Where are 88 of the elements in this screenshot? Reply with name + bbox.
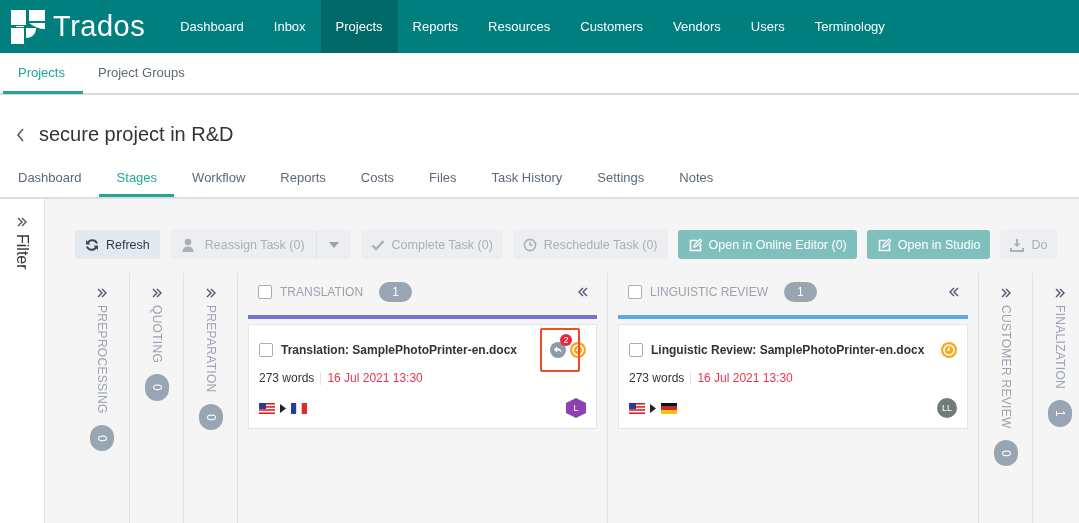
task-title: Translation: SamplePhotoPrinter-en.docx <box>281 343 518 357</box>
count-badge: 0 <box>90 424 114 452</box>
stage-title: TRANSLATION <box>280 285 364 299</box>
back-icon <box>16 126 26 143</box>
nav-item[interactable]: Resources <box>473 0 566 53</box>
nav-item[interactable]: Inbox <box>258 0 321 53</box>
caret-icon <box>328 241 339 248</box>
collapse-icon <box>577 286 589 298</box>
task-title: Linguistic Review: SamplePhotoPrinter-en.docx <box>651 343 925 357</box>
reply-icon <box>550 342 566 358</box>
stage-label: CUSTOMER REVIEW <box>998 305 1013 429</box>
task-card[interactable]: Linguistic Review: SamplePhotoPrinter-en.docx 273 words 16 Jul 2021 13:30 LL <box>618 324 968 429</box>
nav-item[interactable]: Vendors <box>658 0 736 53</box>
logo-icon <box>10 8 46 45</box>
nav-item[interactable]: Users <box>735 0 800 53</box>
project-tab[interactable]: Costs <box>342 161 412 197</box>
checkbox[interactable] <box>258 285 272 299</box>
sub-nav-tab[interactable]: Projects <box>3 53 83 94</box>
sub-nav-tab[interactable]: Project Groups <box>82 53 203 94</box>
nav-item[interactable]: Dashboard <box>165 0 259 53</box>
user-icon <box>180 237 195 252</box>
expand-button[interactable] <box>1053 287 1066 299</box>
checkbox[interactable] <box>259 343 273 357</box>
expand-button[interactable] <box>204 287 217 299</box>
expand-icon <box>204 287 217 299</box>
project-tab[interactable]: Files <box>411 161 474 197</box>
count-badge: 0 <box>144 374 169 401</box>
count-badge: 1 <box>1047 400 1072 427</box>
project-tab[interactable]: Settings <box>579 161 662 197</box>
flag-icon <box>291 402 307 414</box>
arrow-icon <box>280 403 286 413</box>
stage-label: PREPARATION <box>203 305 218 393</box>
arrow-icon <box>650 403 656 413</box>
task-card[interactable]: Translation: SamplePhotoPrinter-en.docx 2 273 words 16 Jul 2021 13:30 L <box>248 324 597 429</box>
stage-label: PREPROCESSING <box>95 305 109 414</box>
collapse-icon <box>948 286 960 298</box>
check-icon <box>370 237 385 252</box>
nav-item[interactable]: Reports <box>397 0 474 53</box>
expand-icon <box>1053 287 1066 299</box>
download-icon <box>1010 237 1025 252</box>
clock-icon <box>570 342 586 358</box>
expand-button[interactable] <box>150 287 163 299</box>
due-date: 16 Jul 2021 13:30 <box>327 371 423 385</box>
button-label: Reassign Task (0) <box>204 237 305 252</box>
stage-title: LINGUISTIC REVIEW <box>650 285 768 299</box>
project-tab[interactable]: Workflow <box>174 161 263 197</box>
checkbox[interactable] <box>629 343 643 357</box>
count-badge: 0 <box>993 439 1018 467</box>
project-title: secure project in R&D <box>39 123 234 146</box>
expand-icon <box>16 216 28 228</box>
toolbar-button[interactable]: Refresh <box>75 230 160 259</box>
due-date: 16 Jul 2021 13:30 <box>697 371 793 385</box>
expand-button[interactable] <box>96 287 108 299</box>
word-count: 273 words <box>259 371 315 385</box>
project-tab[interactable]: Task History <box>473 161 580 197</box>
count-badge: 1 <box>784 282 817 302</box>
project-tab[interactable]: Dashboard <box>0 161 99 197</box>
filter-toggle[interactable] <box>16 216 28 228</box>
avatar: LL <box>937 398 957 418</box>
collapse-button[interactable] <box>948 286 960 298</box>
count-badge: 0 <box>198 403 223 431</box>
checkbox[interactable] <box>628 285 642 299</box>
edit-icon <box>876 237 891 252</box>
avatar: L <box>566 398 586 418</box>
clock-icon <box>941 342 957 358</box>
refresh-icon <box>85 237 99 252</box>
expand-icon <box>999 287 1012 299</box>
flag-icon <box>661 402 677 414</box>
collapse-button[interactable] <box>577 286 589 298</box>
filter-label: Filter <box>13 234 31 270</box>
stage-label: FINALIZATION <box>1052 305 1067 390</box>
logo-text: Trados <box>53 10 146 43</box>
clock-icon <box>522 237 537 252</box>
project-tab[interactable]: Notes <box>661 161 731 197</box>
nav-item[interactable]: Projects <box>320 0 398 53</box>
edit-icon <box>687 237 702 252</box>
expand-icon <box>96 287 108 299</box>
count-badge: 1 <box>379 282 412 302</box>
expand-button[interactable] <box>999 287 1012 299</box>
stage-label: QUOTING <box>149 305 164 364</box>
expand-icon <box>150 287 163 299</box>
nav-item[interactable]: Terminology <box>799 0 900 53</box>
comment-count-badge: 2 <box>560 334 572 346</box>
flag-icon <box>259 402 275 414</box>
flag-icon <box>629 402 645 414</box>
nav-item[interactable]: Customers <box>565 0 659 53</box>
word-count: 273 words <box>629 371 685 385</box>
project-tab[interactable]: Reports <box>262 161 343 197</box>
